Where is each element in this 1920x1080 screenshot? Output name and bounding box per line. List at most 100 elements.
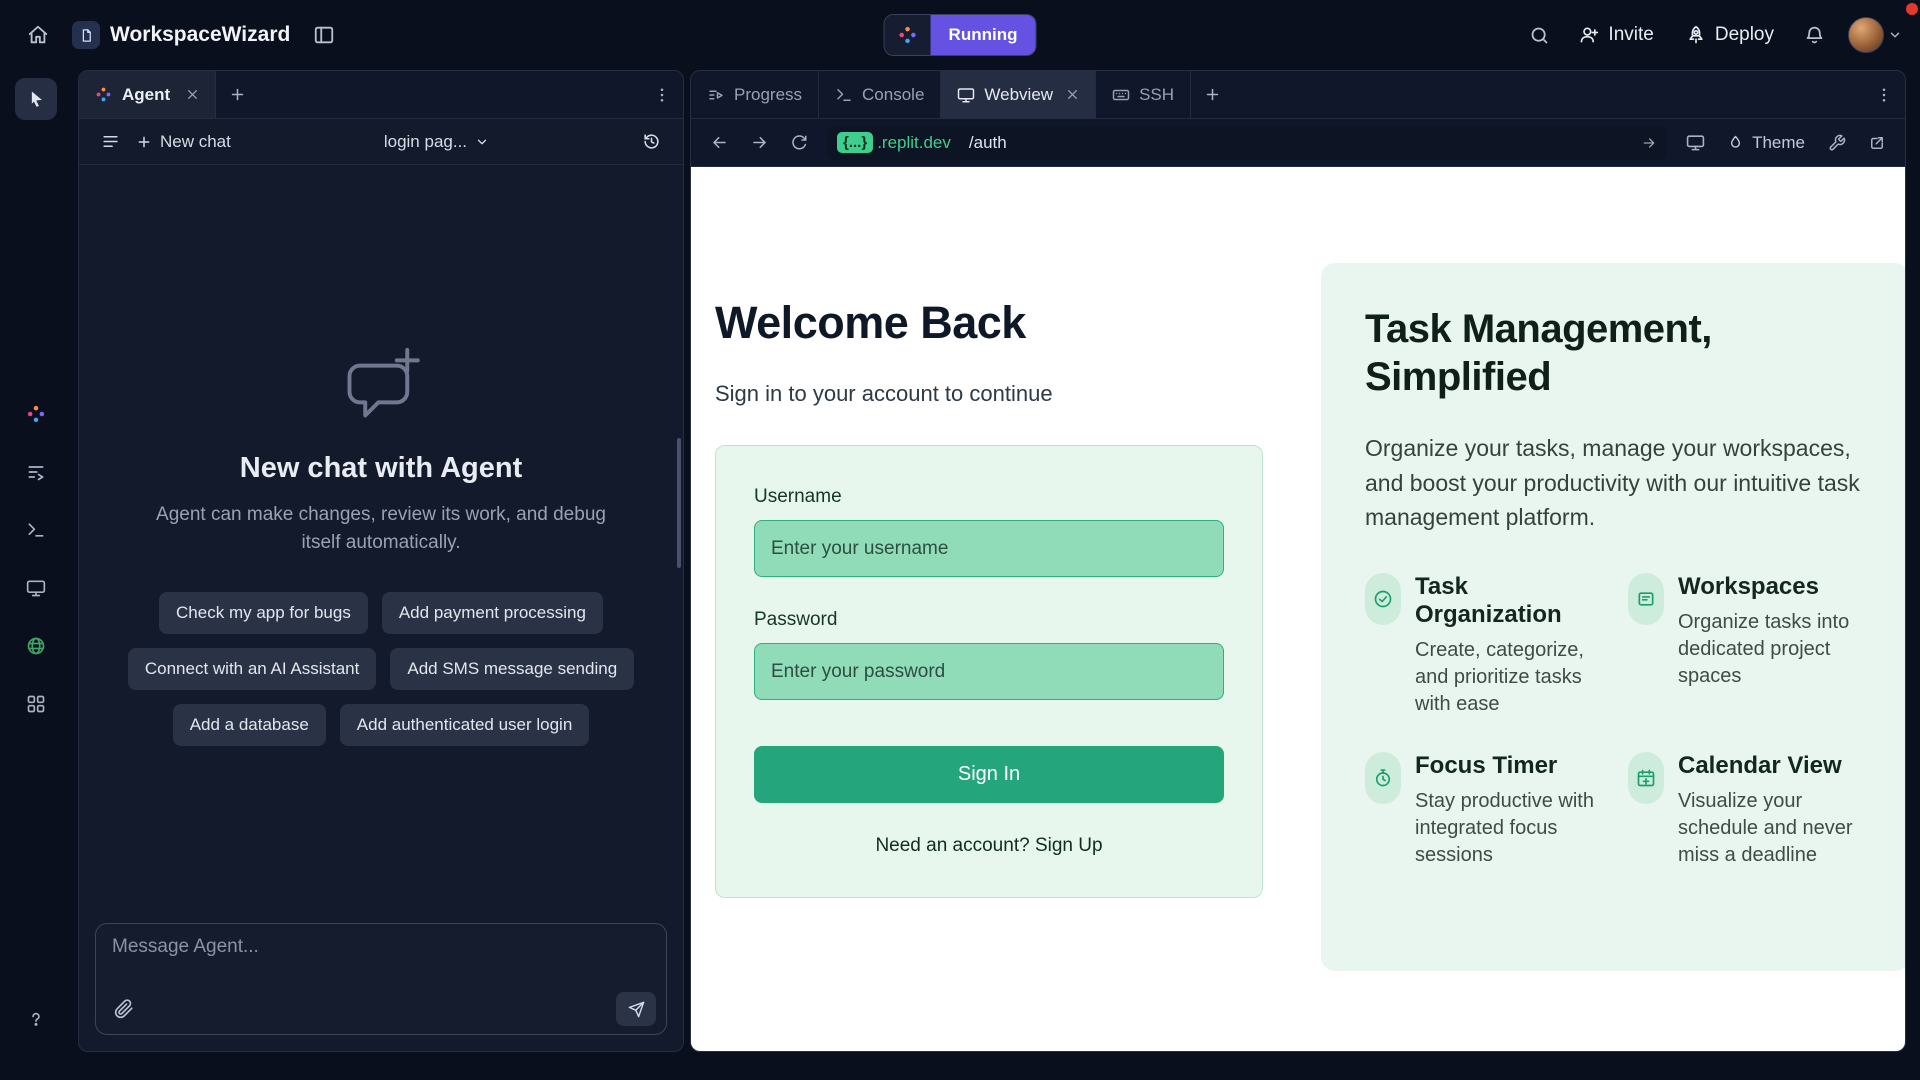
feature-title: Task Organization: [1415, 573, 1602, 629]
feature-title: Focus Timer: [1415, 752, 1602, 780]
home-button[interactable]: [18, 15, 58, 55]
tab-ssh[interactable]: SSH: [1096, 71, 1191, 118]
suggestion-chip[interactable]: Add a database: [173, 704, 326, 746]
theme-icon: [1727, 134, 1744, 151]
help-button[interactable]: [15, 998, 57, 1040]
pointer-icon: [26, 89, 46, 109]
networking-tool-button[interactable]: [15, 625, 57, 667]
pointer-tool-button[interactable]: [15, 78, 57, 120]
empty-state-description: Agent can make changes, review its work,…: [146, 501, 616, 556]
search-button[interactable]: [1519, 15, 1559, 55]
arrow-right-icon: [750, 133, 769, 152]
notifications-button[interactable]: [1794, 15, 1834, 55]
suggestion-chip[interactable]: Check my app for bugs: [159, 592, 368, 634]
sign-in-button[interactable]: Sign In: [754, 746, 1224, 803]
tab-agent-close-button[interactable]: [186, 88, 199, 101]
calendar-plus-icon: [1628, 752, 1664, 804]
new-tab-button[interactable]: [216, 71, 258, 118]
check-circle-icon: [1365, 573, 1401, 625]
run-status-button[interactable]: Running: [884, 14, 1037, 56]
workspace-title-button[interactable]: WorkspaceWizard: [72, 21, 290, 49]
chat-bubble-plus-icon: [339, 342, 423, 426]
suggestion-chip[interactable]: Connect with an AI Assistant: [128, 648, 377, 690]
password-input[interactable]: [754, 643, 1224, 700]
suggestion-chip[interactable]: Add SMS message sending: [390, 648, 634, 690]
replit-agent-logo-icon: [26, 404, 46, 424]
sign-up-link[interactable]: Need an account? Sign Up: [754, 835, 1224, 857]
checkpoint-history-button[interactable]: [634, 126, 669, 157]
password-label: Password: [754, 609, 1224, 631]
close-icon: [1066, 88, 1079, 101]
new-chat-button[interactable]: New chat: [128, 126, 239, 158]
feature-item: Calendar View Visualize your schedule an…: [1628, 752, 1865, 869]
workflows-icon: [26, 462, 46, 482]
output-tool-button[interactable]: [15, 567, 57, 609]
auth-heading: Welcome Back: [715, 297, 1026, 349]
session-selector-button[interactable]: login pag...: [376, 126, 497, 158]
agent-panel-menu-button[interactable]: [641, 71, 683, 118]
chevron-down-icon: [475, 135, 489, 149]
devtools-button[interactable]: [1677, 125, 1713, 161]
host-text: .replit.dev: [877, 133, 951, 153]
suggestion-chip[interactable]: Add authenticated user login: [340, 704, 590, 746]
tab-webview[interactable]: Webview: [941, 71, 1096, 118]
monitor-icon: [957, 86, 975, 104]
webview-content: Welcome Back Sign in to your account to …: [691, 167, 1905, 1051]
attach-file-button[interactable]: [110, 995, 138, 1023]
tab-console-label: Console: [862, 85, 924, 105]
chat-list-button[interactable]: [93, 126, 128, 157]
reload-button[interactable]: [781, 125, 817, 161]
close-icon: [186, 88, 199, 101]
webview-panel-menu-button[interactable]: [1863, 71, 1905, 118]
repl-file-icon: [72, 21, 100, 49]
rocket-icon: [1686, 25, 1706, 45]
webview-tab-bar: Progress Console Webview SSH: [691, 71, 1905, 119]
username-input[interactable]: [754, 520, 1224, 577]
forward-button[interactable]: [741, 125, 777, 161]
shell-tool-button[interactable]: [15, 509, 57, 551]
home-icon: [27, 24, 49, 46]
replit-agent-logo-icon: [885, 15, 931, 55]
globe-icon: [26, 636, 46, 656]
invite-button[interactable]: Invite: [1567, 16, 1665, 54]
theme-button[interactable]: Theme: [1717, 125, 1815, 161]
tab-webview-close-button[interactable]: [1066, 88, 1079, 101]
account-menu-button[interactable]: [1842, 17, 1902, 53]
feature-description: Create, categorize, and prioritize tasks…: [1415, 637, 1602, 718]
open-in-new-window-button[interactable]: [1859, 125, 1895, 161]
back-button[interactable]: [701, 125, 737, 161]
shell-icon: [26, 520, 46, 540]
url-bar[interactable]: {...} .replit.dev /auth: [827, 126, 1667, 160]
host-badge: {...}: [837, 132, 873, 153]
suggestion-chip[interactable]: Add payment processing: [382, 592, 603, 634]
empty-state-title: New chat with Agent: [240, 452, 523, 485]
message-input[interactable]: [112, 936, 650, 958]
webview-navbar: {...} .replit.dev /auth Theme: [691, 119, 1905, 167]
send-message-button[interactable]: [616, 992, 656, 1026]
feature-description: Organize tasks into dedicated project sp…: [1678, 609, 1865, 690]
invite-person-icon: [1579, 25, 1599, 45]
tab-agent[interactable]: Agent: [79, 71, 216, 118]
scrollbar-thumb[interactable]: [677, 438, 681, 568]
agent-tool-button[interactable]: [15, 393, 57, 435]
new-tab-button[interactable]: [1191, 71, 1233, 118]
layout-button[interactable]: [304, 15, 344, 55]
kebab-menu-icon: [1875, 86, 1893, 104]
deploy-button[interactable]: Deploy: [1674, 16, 1786, 54]
feature-description: Stay productive with integrated focus se…: [1415, 788, 1602, 869]
promo-description: Organize your tasks, manage your workspa…: [1365, 431, 1865, 535]
apps-grid-tool-button[interactable]: [15, 683, 57, 725]
tab-progress[interactable]: Progress: [691, 71, 819, 118]
workflows-tool-button[interactable]: [15, 451, 57, 493]
message-composer[interactable]: [95, 923, 667, 1035]
feature-title: Workspaces: [1678, 573, 1865, 601]
tab-ssh-label: SSH: [1139, 85, 1174, 105]
tab-console[interactable]: Console: [819, 71, 941, 118]
chevron-down-icon: [1888, 28, 1902, 42]
webview-panel: Progress Console Webview SSH: [690, 70, 1906, 1052]
agent-panel: Agent New chat login pag: [78, 70, 684, 1052]
help-icon: [26, 1009, 46, 1029]
configure-button[interactable]: [1819, 125, 1855, 161]
grid-icon: [26, 694, 46, 714]
reload-icon: [790, 134, 808, 152]
